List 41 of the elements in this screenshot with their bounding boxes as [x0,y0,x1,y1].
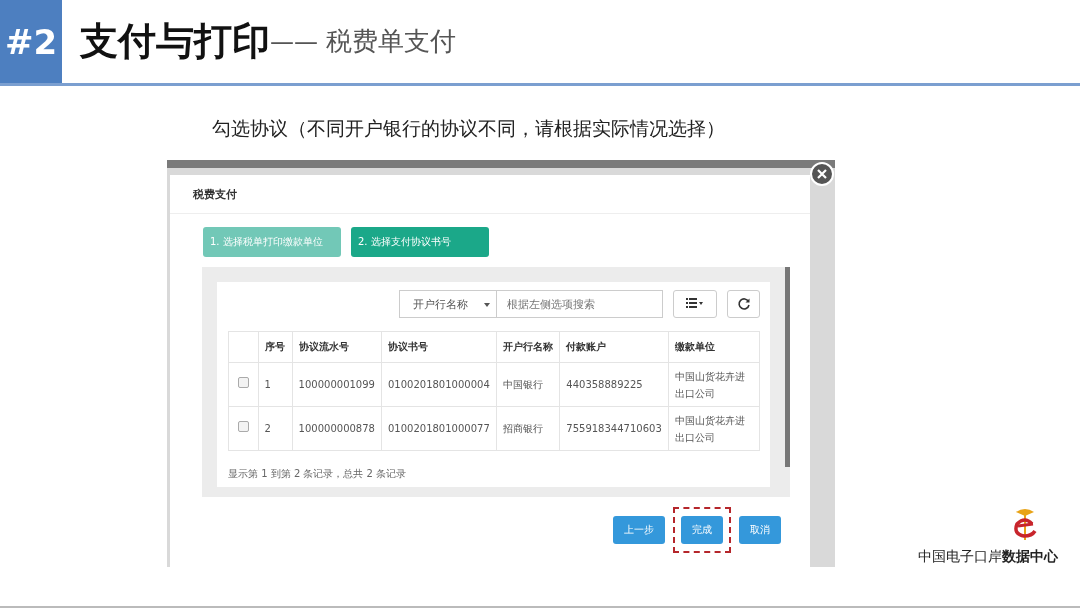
columns-button[interactable] [673,290,717,318]
table-cell: 1 [258,362,293,407]
list-icon [686,298,704,310]
table-cell: 0100201801000077 [381,406,497,451]
refresh-button[interactable] [727,290,760,318]
dialog-button[interactable]: 取消 [739,516,781,544]
column-header: 序号 [258,331,293,363]
column-header: 协议流水号 [292,331,382,363]
table-cell: 0100201801000004 [381,362,497,407]
table-cell: 招商银行 [496,406,560,451]
table-cell: 100000000878 [292,406,382,451]
caret-icon [484,303,490,307]
table-cell: 2 [258,406,293,451]
column-header: 开户行名称 [496,331,560,363]
slide-subtitle: 税费单支付 [326,25,456,58]
section-number-block: #2 [0,0,62,83]
column-header: 缴款单位 [668,331,760,363]
record-summary: 显示第 1 到第 2 条记录，总共 2 条记录 [228,467,408,481]
step-tab[interactable]: 1. 选择税单打印缴款单位 [203,227,341,257]
slide-title: 支付与打印 [80,18,270,65]
dialog-title: 税费支付 [170,175,810,214]
row-checkbox[interactable] [237,421,249,432]
title-dash: —— [270,27,318,56]
table-cell: 中国山货花卉进出口公司 [668,362,760,407]
column-select[interactable]: 开户行名称 [399,290,497,318]
column-header: 协议书号 [381,331,497,363]
dialog-button[interactable]: 上一步 [613,516,665,544]
table-cell: 440358889225 [559,362,669,407]
slide-caption: 勾选协议（不同开户银行的协议不同，请根据实际情况选择） [212,116,726,141]
table-cell: 中国银行 [496,362,560,407]
close-icon[interactable] [810,162,834,186]
table-cell: 100000001099 [292,362,382,407]
dialog-button[interactable]: 完成 [681,516,723,544]
brand-name: 中国电子口岸数据中心 [918,548,1058,566]
column-header: 付款账户 [559,331,669,363]
table-cell: 中国山货花卉进出口公司 [668,406,760,451]
step-tab[interactable]: 2. 选择支付协议书号 [351,227,489,257]
table-cell: 755918344710603 [559,406,669,451]
search-field[interactable]: 根据左侧选项搜索 [497,290,663,318]
refresh-icon [736,297,751,311]
row-checkbox[interactable] [237,377,249,388]
